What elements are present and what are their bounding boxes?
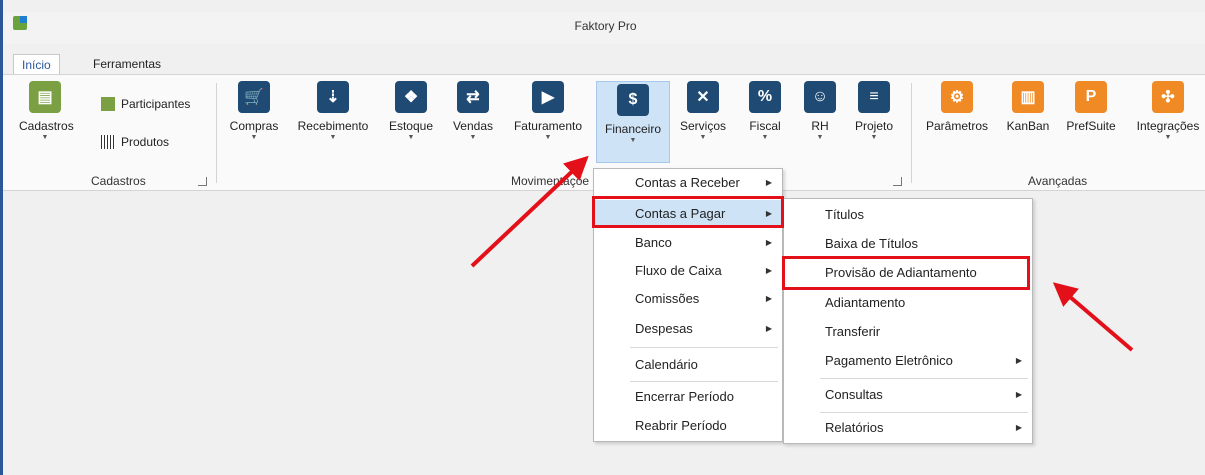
group-launcher-icon[interactable] <box>198 177 207 186</box>
contas-pagar-submenu: Títulos Baixa de Títulos Provisão de Adi… <box>783 198 1033 444</box>
vendas-button[interactable]: ⇄ Vendas ▼ <box>448 81 498 141</box>
kanban-icon: ▥ <box>1012 81 1044 113</box>
recebimento-button[interactable]: ⇣ Recebimento ▼ <box>293 81 373 141</box>
boxes-icon: ❖ <box>395 81 427 113</box>
group-label-cadastros: Cadastros <box>91 174 146 188</box>
menu-separator <box>820 378 1028 379</box>
menu-separator <box>630 347 778 348</box>
people-icon: ☺ <box>804 81 836 113</box>
fiscal-button[interactable]: % Fiscal ▼ <box>743 81 787 141</box>
barcode-icon <box>101 135 115 149</box>
menu-item-reabrir-periodo[interactable]: Reabrir Período <box>595 412 782 440</box>
faturamento-button[interactable]: ▶ Faturamento ▼ <box>507 81 589 141</box>
menu-item-encerrar-periodo[interactable]: Encerrar Período <box>595 383 782 411</box>
annotation-box-contas-pagar <box>592 196 784 228</box>
financeiro-button[interactable]: $ Financeiro ▼ <box>596 81 670 163</box>
menu-item-relatorios[interactable]: Relatórios ▶ <box>785 414 1032 442</box>
settings-icon: ⚙ <box>941 81 973 113</box>
menu-separator <box>820 412 1028 413</box>
produtos-button[interactable]: Produtos <box>101 135 169 149</box>
menu-item-transferir[interactable]: Transferir <box>785 318 1032 346</box>
chevron-right-icon: ▶ <box>1015 390 1022 399</box>
annotation-box-provisao <box>782 256 1030 290</box>
chevron-right-icon: ▶ <box>1015 423 1022 432</box>
chevron-right-icon: ▶ <box>765 266 772 275</box>
cadastros-button[interactable]: ▤ Cadastros ▼ <box>19 81 74 141</box>
menu-item-despesas[interactable]: Despesas ▶ <box>595 315 782 343</box>
group-label-movimentacao: Movimentaçõe <box>511 174 590 188</box>
chevron-down-icon: ▼ <box>699 134 707 141</box>
title-bar: Faktory Pro <box>3 12 1205 44</box>
project-icon: ≡ <box>858 81 890 113</box>
money-icon: $ <box>617 84 649 116</box>
chevron-down-icon: ▼ <box>329 134 337 141</box>
handshake-icon: ⇄ <box>457 81 489 113</box>
chevron-down-icon: ▼ <box>544 134 552 141</box>
rh-button[interactable]: ☺ RH ▼ <box>801 81 839 141</box>
chevron-down-icon: ▼ <box>870 134 878 141</box>
participantes-button[interactable]: Participantes <box>101 97 190 111</box>
chevron-right-icon: ▶ <box>765 324 772 333</box>
chevron-right-icon: ▶ <box>765 294 772 303</box>
chevron-right-icon: ▶ <box>1015 356 1022 365</box>
receiving-icon: ⇣ <box>317 81 349 113</box>
projeto-button[interactable]: ≡ Projeto ▼ <box>849 81 899 141</box>
chevron-down-icon: ▼ <box>469 134 477 141</box>
menu-item-consultas[interactable]: Consultas ▶ <box>785 381 1032 409</box>
tab-ferramentas[interactable]: Ferramentas <box>85 54 169 76</box>
ribbon-tabs: Início Ferramentas <box>3 50 1205 76</box>
chevron-down-icon: ▼ <box>761 134 769 141</box>
participantes-icon <box>101 97 115 111</box>
chevron-right-icon: ▶ <box>765 178 772 187</box>
estoque-button[interactable]: ❖ Estoque ▼ <box>385 81 437 141</box>
integration-icon: ✣ <box>1152 81 1184 113</box>
menu-item-banco[interactable]: Banco ▶ <box>595 229 782 257</box>
group-launcher-icon[interactable] <box>893 177 902 186</box>
group-label-avancadas: Avançadas <box>1028 174 1088 188</box>
chevron-right-icon: ▶ <box>765 238 772 247</box>
chevron-down-icon: ▼ <box>816 134 824 141</box>
chevron-down-icon: ▼ <box>41 134 49 141</box>
prefsuite-button[interactable]: P PrefSuite <box>1061 81 1121 133</box>
compras-button[interactable]: 🛒 Compras ▼ <box>225 81 283 141</box>
servicos-button[interactable]: ✕ Serviços ▼ <box>675 81 731 141</box>
parametros-button[interactable]: ⚙ Parâmetros <box>919 81 995 133</box>
menu-item-fluxo-caixa[interactable]: Fluxo de Caixa ▶ <box>595 257 782 285</box>
window-title: Faktory Pro <box>574 19 637 33</box>
menu-item-pagamento-eletronico[interactable]: Pagamento Eletrônico ▶ <box>785 347 1032 375</box>
kanban-button[interactable]: ▥ KanBan <box>1003 81 1053 133</box>
percent-icon: % <box>749 81 781 113</box>
menu-item-comissoes[interactable]: Comissões ▶ <box>595 285 782 313</box>
tab-inicio[interactable]: Início <box>13 54 60 76</box>
prefsuite-icon: P <box>1075 81 1107 113</box>
truck-icon: ▶ <box>532 81 564 113</box>
group-separator <box>911 83 912 183</box>
menu-item-calendario[interactable]: Calendário <box>595 351 782 379</box>
menu-item-adiantamento[interactable]: Adiantamento <box>785 289 1032 317</box>
menu-separator <box>630 381 778 382</box>
menu-item-titulos[interactable]: Títulos <box>785 201 1032 229</box>
cart-icon: 🛒 <box>238 81 270 113</box>
integracoes-button[interactable]: ✣ Integrações ▼ <box>1131 81 1205 141</box>
tools-icon: ✕ <box>687 81 719 113</box>
chevron-down-icon: ▼ <box>250 134 258 141</box>
group-separator <box>216 83 217 183</box>
menu-item-contas-receber[interactable]: Contas a Receber ▶ <box>595 169 782 197</box>
chevron-down-icon: ▼ <box>407 134 415 141</box>
chevron-down-icon: ▼ <box>1164 134 1172 141</box>
menu-item-baixa-titulos[interactable]: Baixa de Títulos <box>785 230 1032 258</box>
cadastros-icon: ▤ <box>29 81 61 113</box>
chevron-down-icon: ▼ <box>629 137 637 144</box>
